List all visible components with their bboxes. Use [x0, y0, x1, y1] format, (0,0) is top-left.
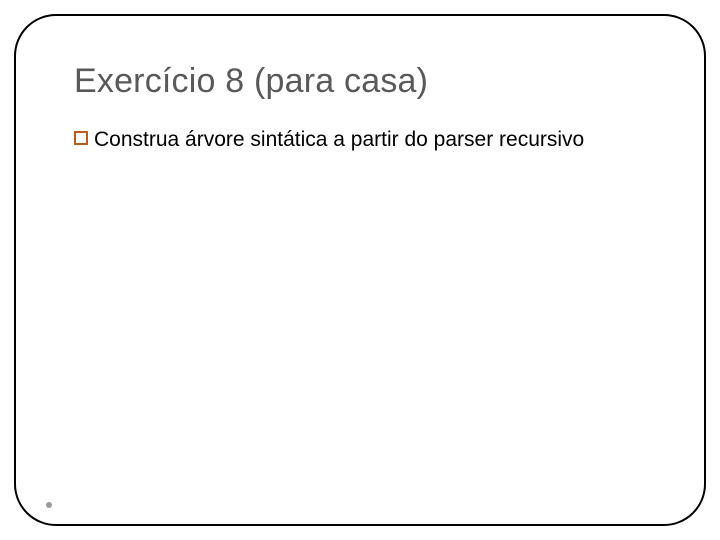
slide-frame: Exercício 8 (para casa) Construa árvore … [14, 14, 706, 526]
bullet-text: Construa árvore sintática a partir do pa… [94, 127, 584, 154]
page-indicator-dot [46, 502, 52, 508]
square-bullet-icon [74, 131, 88, 145]
slide-title: Exercício 8 (para casa) [74, 62, 646, 101]
slide: Exercício 8 (para casa) Construa árvore … [0, 0, 720, 540]
bullet-item: Construa árvore sintática a partir do pa… [74, 127, 646, 154]
